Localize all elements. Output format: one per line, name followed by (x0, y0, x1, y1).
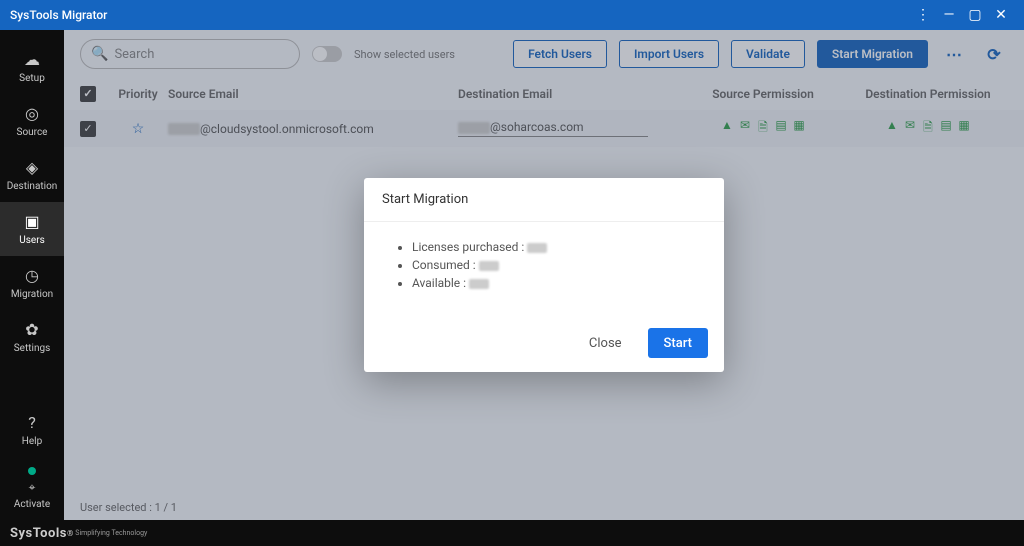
title-bar: SysTools Migrator ⋮ — ▢ ✕ (0, 0, 1024, 30)
sidebar-item-label: Help (22, 436, 42, 447)
sidebar-item-label: Users (19, 235, 45, 246)
modal-overlay: Start Migration Licenses purchased : Con… (64, 30, 1024, 520)
sidebar-item-help[interactable]: ? Help (0, 403, 64, 457)
content-area: 🔍 Search Show selected users Fetch Users… (64, 30, 1024, 520)
sidebar-item-label: Source (17, 127, 48, 138)
redacted-value (469, 279, 489, 289)
clock-icon: ◷ (0, 266, 64, 285)
dialog-body: Licenses purchased : Consumed : Availabl… (364, 222, 724, 318)
redacted-value (527, 243, 547, 253)
dialog-title: Start Migration (364, 178, 724, 222)
consumed-row: Consumed : (412, 258, 700, 272)
cloud-icon: ☁ (0, 50, 64, 69)
sidebar-item-users[interactable]: ▣ Users (0, 202, 64, 256)
sidebar-item-migration[interactable]: ◷ Migration (0, 256, 64, 310)
licenses-purchased-row: Licenses purchased : (412, 240, 700, 254)
brand-name: SysTools (10, 526, 67, 541)
sidebar: ☁ Setup ◎ Source ◈ Destination ▣ Users ◷… (0, 30, 64, 520)
sidebar-item-label: Setup (19, 73, 45, 84)
brand-tagline: Simplifying Technology (75, 529, 147, 537)
key-icon: ⌖ (0, 480, 64, 495)
sidebar-item-setup[interactable]: ☁ Setup (0, 40, 64, 94)
available-row: Available : (412, 276, 700, 290)
sidebar-item-activate[interactable]: ⌖ Activate (0, 457, 64, 520)
redacted-value (479, 261, 499, 271)
minimize-icon[interactable]: — (936, 2, 962, 28)
gear-icon: ✿ (0, 320, 64, 339)
footer-bar: SysTools® Simplifying Technology (0, 520, 1024, 546)
sidebar-item-settings[interactable]: ✿ Settings (0, 310, 64, 364)
sidebar-item-label: Activate (14, 499, 50, 510)
dialog-start-button[interactable]: Start (648, 328, 708, 358)
app-title: SysTools Migrator (10, 8, 910, 22)
kebab-icon[interactable]: ⋮ (910, 2, 936, 28)
sidebar-item-source[interactable]: ◎ Source (0, 94, 64, 148)
maximize-icon[interactable]: ▢ (962, 2, 988, 28)
sidebar-item-label: Destination (7, 181, 58, 192)
target-icon: ◎ (0, 104, 64, 123)
start-migration-dialog: Start Migration Licenses purchased : Con… (364, 178, 724, 372)
users-icon: ▣ (0, 212, 64, 231)
help-icon: ? (0, 413, 64, 432)
close-icon[interactable]: ✕ (988, 2, 1014, 28)
dialog-close-button[interactable]: Close (573, 328, 638, 358)
sidebar-item-destination[interactable]: ◈ Destination (0, 148, 64, 202)
location-icon: ◈ (0, 158, 64, 177)
sidebar-item-label: Migration (11, 289, 53, 300)
dialog-footer: Close Start (364, 318, 724, 372)
status-dot-icon (28, 467, 36, 475)
sidebar-item-label: Settings (14, 343, 51, 354)
